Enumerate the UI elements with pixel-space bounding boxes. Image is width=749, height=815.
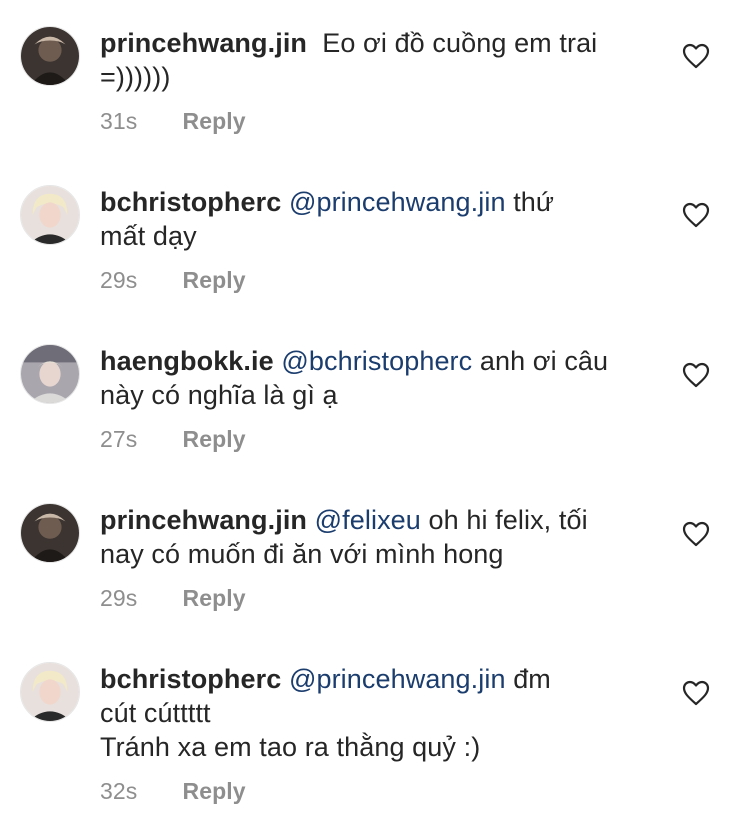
reply-button[interactable]: Reply (183, 108, 246, 134)
comment-body: haengbokk.ie @bchristopherc anh ơi câu n… (100, 344, 660, 453)
comment-username[interactable]: princehwang.jin (100, 505, 307, 535)
heart-outline-icon[interactable] (682, 202, 710, 228)
mention-link[interactable]: @felixeu (315, 505, 421, 535)
comment-text: nay có muốn đi ăn với mình hong (100, 539, 504, 569)
heart-outline-icon[interactable] (682, 43, 710, 69)
avatar[interactable] (20, 185, 80, 245)
reply-button[interactable]: Reply (183, 778, 246, 804)
comment-text: anh ơi câu (479, 346, 609, 376)
comment-list: princehwang.jin Eo ơi đồ cuồng em trai =… (0, 0, 749, 815)
comment-body: bchristopherc @princehwang.jin thứ mất d… (100, 185, 660, 294)
comment-timestamp: 31s (100, 108, 138, 134)
comment-text: mất dạy (100, 221, 197, 251)
comment-meta: 32s Reply (100, 777, 660, 805)
avatar[interactable] (20, 26, 80, 86)
comment-text: thứ (513, 187, 555, 217)
avatar[interactable] (20, 662, 80, 722)
comment-timestamp: 29s (100, 267, 138, 293)
comment-username[interactable]: bchristopherc (100, 664, 281, 694)
mention-link[interactable]: @princehwang.jin (289, 187, 506, 217)
comment-text: Tránh xa em tao ra thằng quỷ :) (100, 732, 481, 762)
avatar[interactable] (20, 503, 80, 563)
avatar[interactable] (20, 344, 80, 404)
comment-meta: 29s Reply (100, 266, 660, 294)
comment-body: bchristopherc @princehwang.jin đm cút cú… (100, 662, 660, 805)
comment-username[interactable]: haengbokk.ie (100, 346, 274, 376)
comment-text: đm (513, 664, 551, 694)
comment-username[interactable]: princehwang.jin (100, 28, 307, 58)
comment-meta: 27s Reply (100, 425, 660, 453)
comment-text: này có nghĩa là gì ạ (100, 380, 338, 410)
comment-text: =)))))) (100, 62, 171, 92)
comment-timestamp: 27s (100, 426, 138, 452)
heart-outline-icon[interactable] (682, 680, 710, 706)
comment-timestamp: 32s (100, 778, 138, 804)
reply-button[interactable]: Reply (183, 426, 246, 452)
comment-text: Eo ơi đồ cuồng em trai (322, 28, 598, 58)
comment-username[interactable]: bchristopherc (100, 187, 281, 217)
comment-meta: 31s Reply (100, 107, 660, 135)
mention-link[interactable]: @bchristopherc (281, 346, 472, 376)
heart-outline-icon[interactable] (682, 521, 710, 547)
reply-button[interactable]: Reply (183, 267, 246, 293)
comment-body: princehwang.jin @felixeu oh hi felix, tố… (100, 503, 660, 612)
comment-body: princehwang.jin Eo ơi đồ cuồng em trai =… (100, 26, 660, 135)
comment-text: oh hi felix, tối (428, 505, 588, 535)
comment-meta: 29s Reply (100, 584, 660, 612)
reply-button[interactable]: Reply (183, 585, 246, 611)
heart-outline-icon[interactable] (682, 362, 710, 388)
comment-text: cút cúttttt (100, 698, 211, 728)
comment-timestamp: 29s (100, 585, 138, 611)
mention-link[interactable]: @princehwang.jin (289, 664, 506, 694)
